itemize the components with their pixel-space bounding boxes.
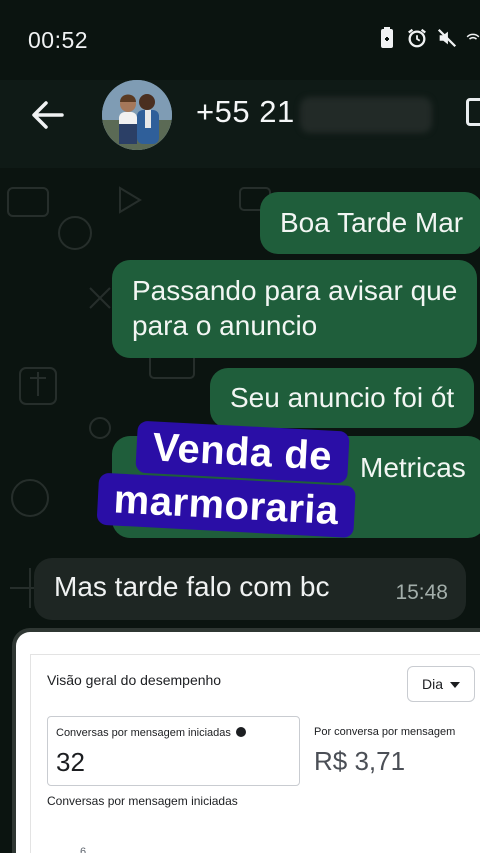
message-bubble[interactable]: Boa Tarde Mar xyxy=(260,192,480,254)
arrow-left-icon xyxy=(32,101,64,129)
sticker-line-2: marmoraria xyxy=(96,472,357,539)
message-text: Seu anuncio foi ót xyxy=(230,382,455,413)
contact-name[interactable]: +55 21 xyxy=(196,94,295,130)
metric-value: R$ 3,71 xyxy=(314,746,406,776)
axis-tick: 6 xyxy=(80,846,87,853)
contact-avatar[interactable] xyxy=(102,80,172,150)
metric-label: Por conversa por mensagem xyxy=(314,726,456,738)
battery-saver-icon xyxy=(381,27,393,48)
chart-title: Conversas por mensagem iniciadas xyxy=(47,794,238,808)
metric-label: Conversas por mensagem iniciadas xyxy=(56,727,246,739)
back-button[interactable] xyxy=(26,94,68,136)
message-bubble[interactable]: Passando para avisar que para o anuncio xyxy=(112,260,478,358)
period-dropdown[interactable]: Dia xyxy=(407,666,475,702)
chat-area[interactable]: Boa Tarde Mar Passando para avisar que p… xyxy=(0,168,480,853)
message-text: Mas tarde falo com bc xyxy=(54,571,330,602)
wifi-icon xyxy=(466,33,480,40)
message-bubble[interactable]: Mas tarde falo com bc 15:48 xyxy=(34,558,466,620)
redacted-number xyxy=(300,97,432,133)
sticker-line-1: Venda de xyxy=(135,420,350,484)
alarm-icon xyxy=(408,28,426,48)
message-text: Boa Tarde Mar xyxy=(280,207,464,238)
metric-label-text: Conversas por mensagem iniciadas xyxy=(56,727,231,739)
avatar-photo xyxy=(102,80,172,150)
mute-icon xyxy=(437,28,457,48)
chat-header: +55 21 xyxy=(0,80,480,168)
message-time: 15:48 xyxy=(395,581,448,604)
message-text: Passando para avisar que xyxy=(132,275,458,306)
image-message[interactable]: Visão geral do desempenho Dia Conversas … xyxy=(16,632,480,853)
metric-card-cost: Por conversa por mensagem R$ 3,71 xyxy=(314,716,480,786)
status-bar: 00:52 xyxy=(0,0,480,80)
period-value: Dia xyxy=(422,676,444,692)
message-text: para o anuncio xyxy=(132,310,318,341)
status-icons xyxy=(376,26,480,50)
metric-value: 32 xyxy=(56,747,85,777)
text-sticker: Venda de marmoraria xyxy=(94,419,383,582)
metric-card-conversations: Conversas por mensagem iniciadas 32 xyxy=(47,716,300,786)
caret-down-icon xyxy=(450,682,460,688)
video-call-icon[interactable] xyxy=(466,98,480,126)
message-bubble[interactable]: Seu anuncio foi ót xyxy=(210,368,475,428)
status-time: 00:52 xyxy=(28,27,89,53)
info-icon xyxy=(235,727,246,737)
card-title: Visão geral do desempenho xyxy=(47,672,222,688)
